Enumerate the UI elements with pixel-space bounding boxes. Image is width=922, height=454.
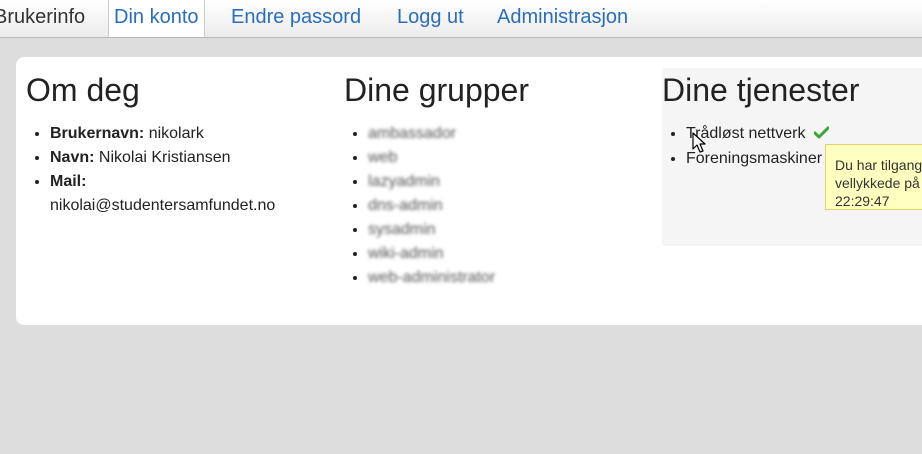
name-value: Nikolai Kristiansen <box>98 149 231 166</box>
mouse-cursor-icon <box>692 132 706 153</box>
mail-item: Mail: nikolai@studentersamfundet.no <box>50 170 320 218</box>
list-item: web <box>368 146 495 170</box>
tooltip-line: 22:29:47 <box>835 193 890 209</box>
groups-list: ambassador web lazyadmin dns-admin sysad… <box>334 122 495 290</box>
group-name: web <box>368 149 398 166</box>
group-name: wiki-admin <box>368 245 444 262</box>
list-item: wiki-admin <box>368 242 495 266</box>
service-label: Foreningsmaskiner <box>686 150 823 167</box>
group-name: lazyadmin <box>368 173 441 190</box>
nav-din-konto[interactable]: Din konto <box>108 0 205 37</box>
mail-label: Mail: <box>50 173 87 190</box>
name-label: Navn: <box>50 149 95 166</box>
services-title: Dine tjenester <box>662 72 860 108</box>
mail-value: nikolai@studentersamfundet.no <box>50 197 276 214</box>
about-list: Brukernavn: nikolark Navn: Nikolai Krist… <box>16 122 320 218</box>
services-list: Trådløst nettverk Foreningsmaskiner <box>652 122 830 171</box>
name-item: Navn: Nikolai Kristiansen <box>50 146 320 170</box>
brand-link[interactable]: Brukerinfo <box>0 6 85 29</box>
list-item: lazyadmin <box>368 170 495 194</box>
nav-administrasjon[interactable]: Administrasjon <box>497 0 628 37</box>
username-label: Brukernavn: <box>50 125 145 142</box>
group-name: web-administrator <box>368 269 496 286</box>
nav-logg-ut[interactable]: Logg ut <box>397 0 464 37</box>
list-item: sysadmin <box>368 218 495 242</box>
nav-endre-passord[interactable]: Endre passord <box>231 0 361 37</box>
tooltip: Du har tilgang vellykkede på 22:29:47 <box>825 144 922 210</box>
service-item-machines[interactable]: Foreningsmaskiner <box>686 147 829 171</box>
top-navbar: Brukerinfo Din konto Endre passord Logg … <box>0 0 922 38</box>
group-name: ambassador <box>368 125 457 142</box>
tooltip-line: vellykkede på <box>835 175 920 191</box>
about-title: Om deg <box>26 72 140 108</box>
tooltip-line: Du har tilgang <box>835 157 922 173</box>
groups-title: Dine grupper <box>344 72 529 108</box>
username-value: nikolark <box>148 125 204 142</box>
username-item: Brukernavn: nikolark <box>50 122 320 146</box>
list-item: ambassador <box>368 122 495 146</box>
group-name: sysadmin <box>368 221 436 238</box>
content-panel: Om deg Brukernavn: nikolark Navn: Nikola… <box>16 57 922 325</box>
service-item-wifi[interactable]: Trådløst nettverk <box>686 122 830 147</box>
list-item: web-administrator <box>368 266 495 290</box>
group-name: dns-admin <box>368 197 443 214</box>
list-item: dns-admin <box>368 194 495 218</box>
